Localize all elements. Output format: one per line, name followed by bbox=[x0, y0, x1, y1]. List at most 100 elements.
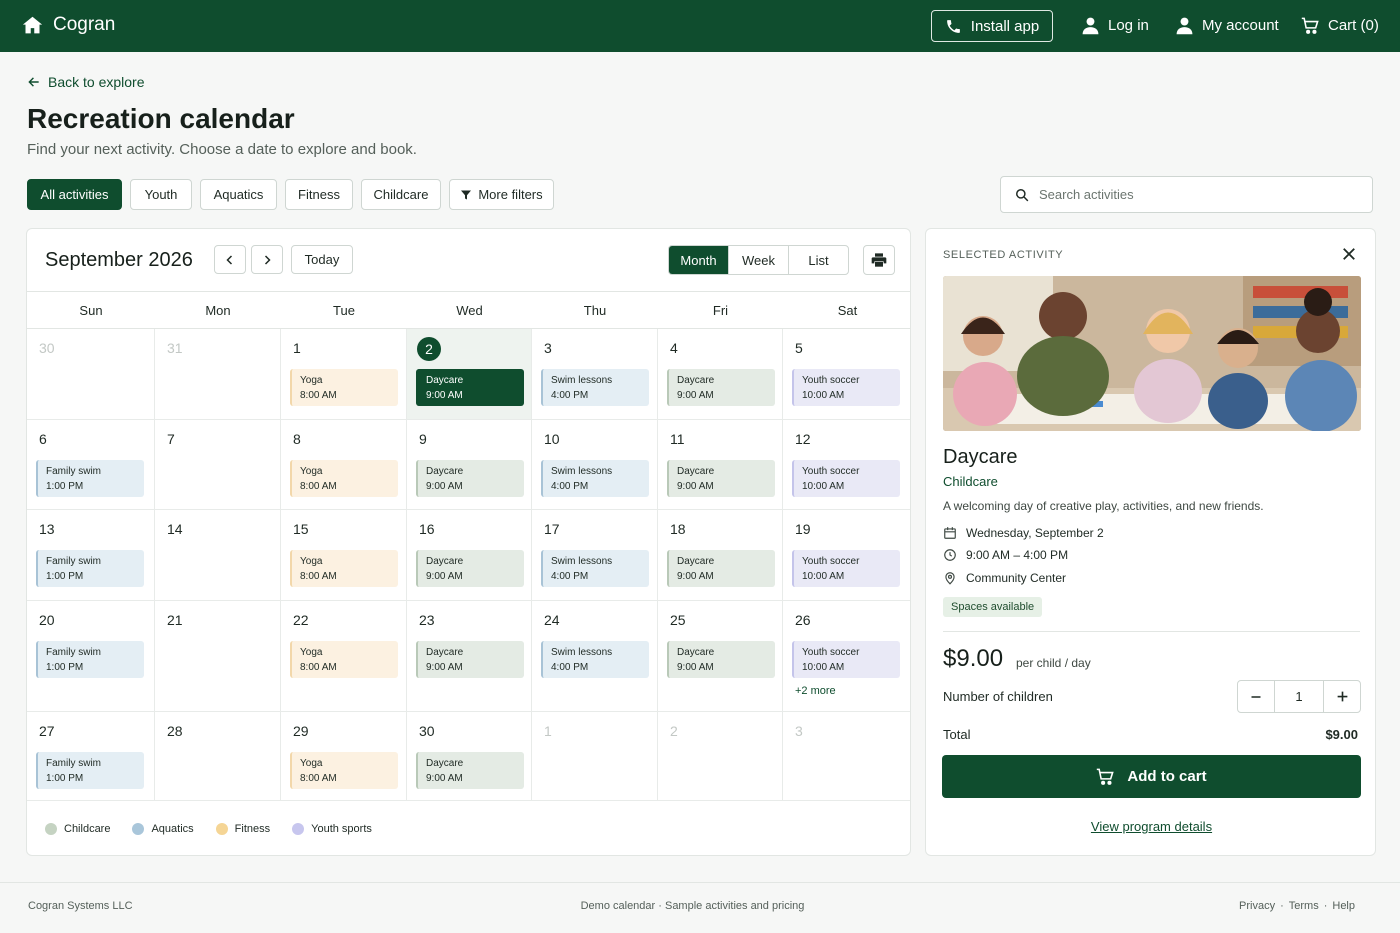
back-to-explore-link[interactable]: Back to explore bbox=[27, 74, 145, 90]
next-month-button[interactable] bbox=[251, 245, 283, 274]
event-childcare[interactable]: Daycare 9:00 AM bbox=[667, 369, 775, 406]
calendar-day-cell[interactable]: 29 Yoga 8:00 AM bbox=[281, 712, 407, 801]
calendar-day-cell[interactable]: 11 Daycare 9:00 AM bbox=[658, 420, 783, 510]
divider bbox=[943, 631, 1360, 632]
calendar-day-cell[interactable]: 18 Daycare 9:00 AM bbox=[658, 510, 783, 601]
calendar-day-cell[interactable]: 13 Family swim 1:00 PM bbox=[27, 510, 155, 601]
login-link[interactable]: Log in bbox=[1081, 16, 1149, 35]
calendar-day-cell[interactable]: 1 bbox=[532, 712, 658, 801]
search-input[interactable] bbox=[1039, 187, 1339, 202]
event-aquatics[interactable]: Family swim 1:00 PM bbox=[36, 752, 144, 789]
event-aquatics[interactable]: Swim lessons 4:00 PM bbox=[541, 641, 649, 678]
filter-childcare[interactable]: Childcare bbox=[361, 179, 441, 210]
brand-home-link[interactable]: Cogran bbox=[22, 14, 115, 36]
event-childcare[interactable]: Daycare 9:00 AM bbox=[416, 460, 524, 497]
calendar-day-cell[interactable]: 5 Youth soccer 10:00 AM bbox=[783, 329, 910, 420]
event-time: 1:00 PM bbox=[46, 662, 84, 673]
calendar-day-cell[interactable]: 21 bbox=[155, 601, 281, 712]
calendar-day-cell[interactable]: 30 Daycare 9:00 AM bbox=[407, 712, 532, 801]
footer-link-help[interactable]: Help bbox=[1332, 900, 1355, 912]
filter-youth[interactable]: Youth bbox=[130, 179, 192, 210]
print-button[interactable] bbox=[863, 245, 895, 275]
filter-fitness[interactable]: Fitness bbox=[285, 179, 353, 210]
calendar-day-cell[interactable]: 3 Swim lessons 4:00 PM bbox=[532, 329, 658, 420]
calendar-day-cell[interactable]: 19 Youth soccer 10:00 AM bbox=[783, 510, 910, 601]
decrement-button[interactable] bbox=[1238, 681, 1274, 712]
event-youth[interactable]: Youth soccer 10:00 AM bbox=[792, 460, 900, 497]
calendar-day-cell[interactable]: 3 bbox=[783, 712, 910, 801]
event-childcare[interactable]: Daycare 9:00 AM bbox=[667, 641, 775, 678]
event-aquatics[interactable]: Family swim 1:00 PM bbox=[36, 550, 144, 587]
add-to-cart-button[interactable]: Add to cart bbox=[942, 755, 1361, 798]
calendar-day-cell[interactable]: 8 Yoga 8:00 AM bbox=[281, 420, 407, 510]
calendar-day-cell[interactable]: 14 bbox=[155, 510, 281, 601]
footer-link-privacy[interactable]: Privacy bbox=[1239, 900, 1275, 912]
calendar-day-cell[interactable]: 1 Yoga 8:00 AM bbox=[281, 329, 407, 420]
calendar-day-cell[interactable]: 30 bbox=[27, 329, 155, 420]
event-childcare[interactable]: Daycare 9:00 AM bbox=[416, 550, 524, 587]
calendar-day-cell[interactable]: 6 Family swim 1:00 PM bbox=[27, 420, 155, 510]
event-aquatics[interactable]: Swim lessons 4:00 PM bbox=[541, 369, 649, 406]
event-youth[interactable]: Youth soccer 10:00 AM bbox=[792, 641, 900, 678]
calendar-day-cell[interactable]: 27 Family swim 1:00 PM bbox=[27, 712, 155, 801]
close-icon[interactable] bbox=[1340, 245, 1358, 263]
event-fitness[interactable]: Yoga 8:00 AM bbox=[290, 550, 398, 587]
today-button[interactable]: Today bbox=[291, 245, 353, 274]
event-fitness[interactable]: Yoga 8:00 AM bbox=[290, 752, 398, 789]
calendar-day-cell[interactable]: 7 bbox=[155, 420, 281, 510]
calendar-day-cell[interactable]: 2 Daycare 9:00 AM bbox=[407, 329, 532, 420]
calendar-day-cell[interactable]: 20 Family swim 1:00 PM bbox=[27, 601, 155, 712]
more-events-link[interactable]: +2 more bbox=[795, 685, 836, 697]
view-list-button[interactable]: List bbox=[789, 246, 848, 274]
weekday-label: Sun bbox=[79, 303, 103, 318]
calendar-day-cell[interactable]: 26 Youth soccer 10:00 AM +2 more bbox=[783, 601, 910, 712]
event-aquatics[interactable]: Family swim 1:00 PM bbox=[36, 641, 144, 678]
event-aquatics[interactable]: Swim lessons 4:00 PM bbox=[541, 460, 649, 497]
brand-name: Cogran bbox=[53, 14, 116, 35]
increment-button[interactable] bbox=[1324, 681, 1360, 712]
event-fitness[interactable]: Yoga 8:00 AM bbox=[290, 641, 398, 678]
calendar-day-cell[interactable]: 15 Yoga 8:00 AM bbox=[281, 510, 407, 601]
cart-link[interactable]: Cart (0) bbox=[1301, 16, 1379, 35]
clock-icon bbox=[944, 549, 956, 561]
calendar-day-cell[interactable]: 9 Daycare 9:00 AM bbox=[407, 420, 532, 510]
event-youth[interactable]: Youth soccer 10:00 AM bbox=[792, 369, 900, 406]
previous-month-button[interactable] bbox=[214, 245, 246, 274]
view-program-details-link[interactable]: View program details bbox=[926, 819, 1377, 834]
event-childcare[interactable]: Daycare 9:00 AM bbox=[416, 369, 524, 406]
my-account-link[interactable]: My account bbox=[1175, 16, 1279, 35]
calendar-day-cell[interactable]: 25 Daycare 9:00 AM bbox=[658, 601, 783, 712]
calendar-day-cell[interactable]: 17 Swim lessons 4:00 PM bbox=[532, 510, 658, 601]
calendar-day-cell[interactable]: 12 Youth soccer 10:00 AM bbox=[783, 420, 910, 510]
filter-all-activities[interactable]: All activities bbox=[27, 179, 122, 210]
calendar-day-cell[interactable]: 24 Swim lessons 4:00 PM bbox=[532, 601, 658, 712]
search-box[interactable] bbox=[1000, 176, 1373, 213]
event-fitness[interactable]: Yoga 8:00 AM bbox=[290, 460, 398, 497]
calendar-day-cell[interactable]: 28 bbox=[155, 712, 281, 801]
calendar-day-cell[interactable]: 10 Swim lessons 4:00 PM bbox=[532, 420, 658, 510]
event-youth[interactable]: Youth soccer 10:00 AM bbox=[792, 550, 900, 587]
calendar-day-cell[interactable]: 31 bbox=[155, 329, 281, 420]
event-childcare[interactable]: Daycare 9:00 AM bbox=[416, 641, 524, 678]
calendar-day-cell[interactable]: 16 Daycare 9:00 AM bbox=[407, 510, 532, 601]
day-number: 1 bbox=[293, 340, 301, 356]
calendar-day-cell[interactable]: 4 Daycare 9:00 AM bbox=[658, 329, 783, 420]
more-filters-button[interactable]: More filters bbox=[449, 179, 554, 210]
quantity-input[interactable] bbox=[1274, 681, 1324, 712]
event-childcare[interactable]: Daycare 9:00 AM bbox=[667, 550, 775, 587]
install-app-button[interactable]: Install app bbox=[931, 10, 1053, 42]
calendar-day-cell[interactable]: 23 Daycare 9:00 AM bbox=[407, 601, 532, 712]
event-childcare[interactable]: Daycare 9:00 AM bbox=[416, 752, 524, 789]
event-aquatics[interactable]: Family swim 1:00 PM bbox=[36, 460, 144, 497]
event-aquatics[interactable]: Swim lessons 4:00 PM bbox=[541, 550, 649, 587]
footer-link-terms[interactable]: Terms bbox=[1289, 900, 1319, 912]
filter-aquatics[interactable]: Aquatics bbox=[200, 179, 277, 210]
footer-notice: Demo calendar · Sample activities and pr… bbox=[580, 900, 805, 912]
view-month-button[interactable]: Month bbox=[669, 246, 729, 274]
day-number: 31 bbox=[167, 340, 183, 356]
view-week-button[interactable]: Week bbox=[729, 246, 789, 274]
event-childcare[interactable]: Daycare 9:00 AM bbox=[667, 460, 775, 497]
event-fitness[interactable]: Yoga 8:00 AM bbox=[290, 369, 398, 406]
calendar-day-cell[interactable]: 2 bbox=[658, 712, 783, 801]
calendar-day-cell[interactable]: 22 Yoga 8:00 AM bbox=[281, 601, 407, 712]
